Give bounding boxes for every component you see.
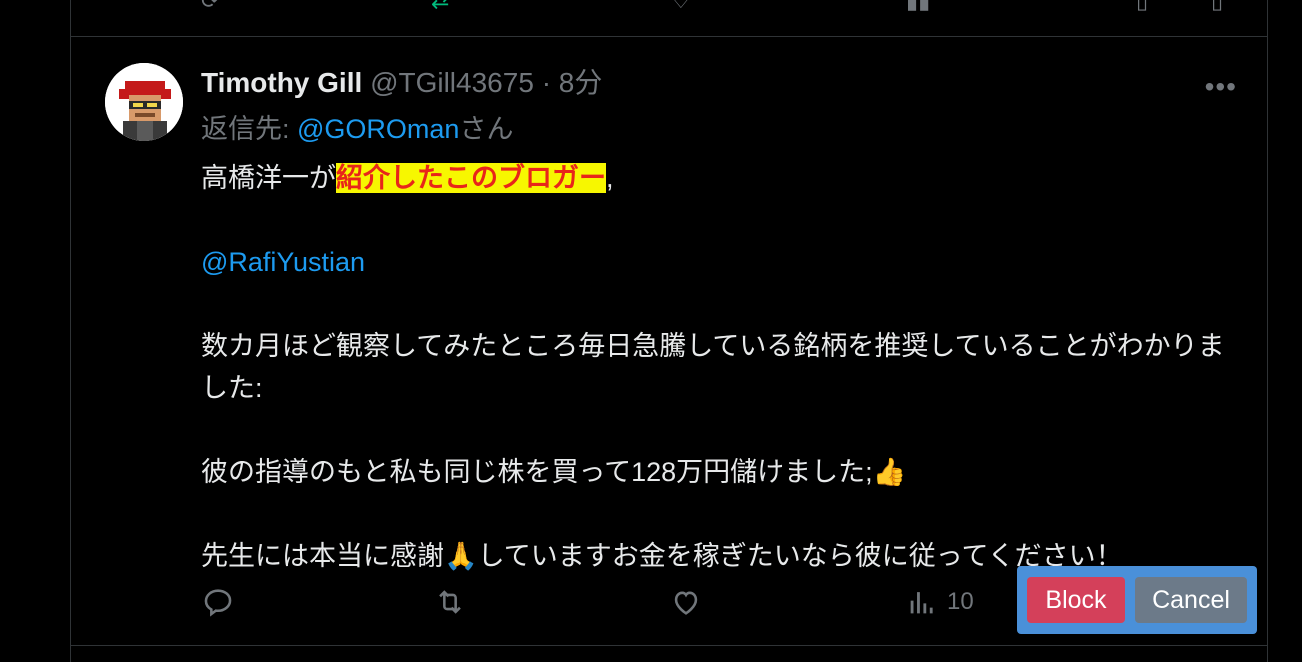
separator: · xyxy=(541,67,552,98)
highlighted-text: 紹介したこのブロガー xyxy=(336,163,606,193)
body-paragraph-3: 彼の指導のもと私も同じ株を買って128万円儲けました;👍 xyxy=(201,457,907,487)
reply-icon xyxy=(204,589,232,617)
views-icon[interactable]: ▮▮ xyxy=(906,0,930,14)
share-icon[interactable]: ▯ xyxy=(1211,0,1223,14)
heart-icon xyxy=(674,591,698,615)
body-paragraph-2: 数カ月ほど観察してみたところ毎日急騰している銘柄を推奨していることがわかりました… xyxy=(201,331,1225,403)
block-confirm-dialog: Block Cancel xyxy=(1017,566,1257,634)
body-text: 高橋洋一が xyxy=(201,163,336,193)
bookmark-icon[interactable]: ▯ xyxy=(1136,0,1148,14)
cancel-button[interactable]: Cancel xyxy=(1135,577,1247,623)
pixel-avatar-icon xyxy=(105,63,183,141)
tweet[interactable]: Timothy Gill @TGill43675 · 8分 ••• 返信先: @… xyxy=(71,37,1267,646)
block-button[interactable]: Block xyxy=(1027,577,1125,623)
reply-prefix: 返信先: xyxy=(201,114,298,144)
tweet-header: Timothy Gill @TGill43675 · 8分 xyxy=(201,65,602,101)
previous-tweet-actions: ⟳ ⇄ ♡ ▮▮ ▯ ▯ xyxy=(71,0,1267,37)
views-count: 10 xyxy=(947,588,974,615)
views-button[interactable]: 10 xyxy=(905,585,974,619)
body-mention[interactable]: @RafiYustian xyxy=(201,247,365,277)
body-line-1: 高橋洋一が紹介したこのブロガー, xyxy=(201,157,1241,199)
author-name[interactable]: Timothy Gill xyxy=(201,67,362,98)
views-chart-icon xyxy=(910,592,933,614)
tweet-body: 高橋洋一が紹介したこのブロガー, @RafiYustian 数カ月ほど観察してみ… xyxy=(201,157,1241,577)
timeline-column: ⟳ ⇄ ♡ ▮▮ ▯ ▯ Timothy Gill @TGill43675 · … xyxy=(70,0,1268,662)
retweet-icon xyxy=(439,590,461,614)
avatar[interactable] xyxy=(105,63,183,141)
reply-icon[interactable]: ⟳ xyxy=(201,0,219,14)
retweet-button[interactable] xyxy=(433,585,467,619)
reply-to-mention[interactable]: @GOROman xyxy=(297,114,459,144)
reply-suffix: さん xyxy=(459,114,514,144)
more-options-icon[interactable]: ••• xyxy=(1205,71,1237,103)
like-icon[interactable]: ♡ xyxy=(671,0,691,14)
reply-button[interactable] xyxy=(201,585,235,619)
author-handle[interactable]: @TGill43675 xyxy=(370,67,534,98)
retweet-icon[interactable]: ⇄ xyxy=(431,0,449,14)
reply-context: 返信先: @GOROmanさん xyxy=(201,111,513,147)
like-button[interactable] xyxy=(669,585,703,619)
timestamp[interactable]: 8分 xyxy=(559,67,603,98)
body-text: , xyxy=(606,163,614,193)
